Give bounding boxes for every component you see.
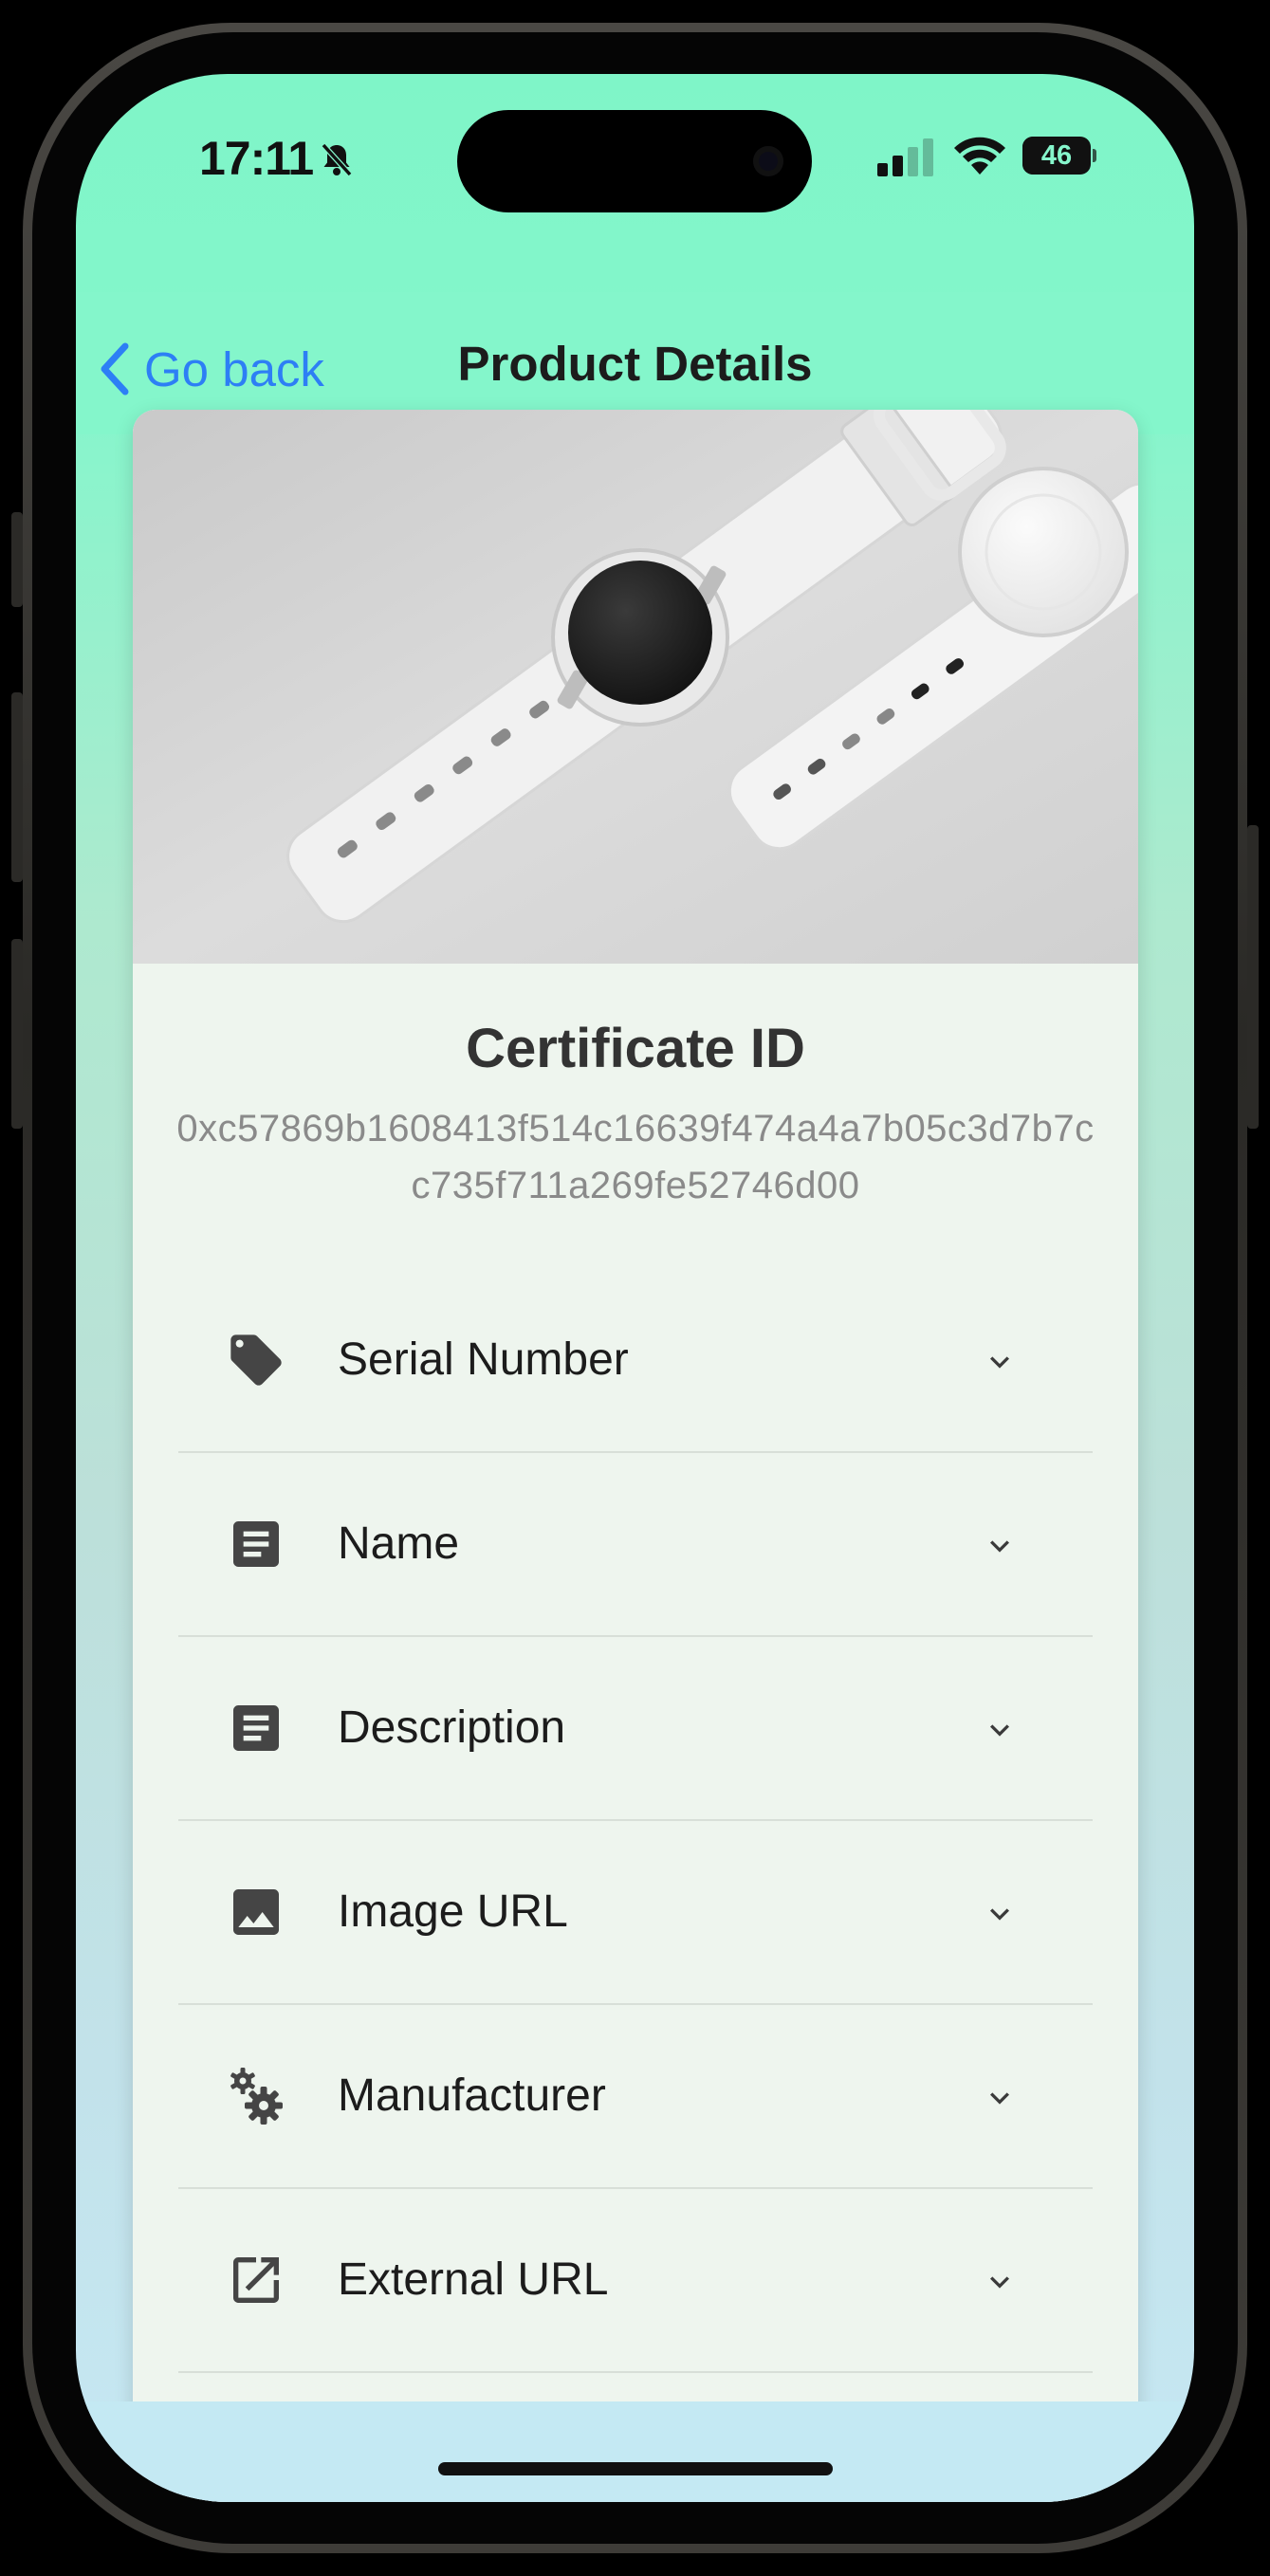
attribute-label: Description xyxy=(338,1702,566,1753)
attribute-name[interactable]: Name xyxy=(178,1453,1093,1637)
screen: 17:11 46 Go back Product Details Certifi… xyxy=(76,74,1194,2502)
attribute-label: Manufacturer xyxy=(338,2070,606,2121)
chevron-down-icon xyxy=(990,1356,1009,1369)
wifi-icon xyxy=(954,137,1005,175)
attribute-label: Name xyxy=(338,1518,460,1569)
page-title: Product Details xyxy=(457,337,813,391)
tag-icon xyxy=(230,1334,282,1386)
status-time: 17:11 xyxy=(199,132,314,185)
dynamic-island xyxy=(457,110,812,212)
image-icon xyxy=(233,1889,279,1935)
attribute-external-url[interactable]: External URL xyxy=(178,2189,1093,2373)
front-camera xyxy=(753,146,783,176)
mute-switch xyxy=(11,512,23,607)
gears-icon xyxy=(230,2068,283,2125)
certificate-title: Certificate ID xyxy=(466,1018,805,1079)
bell-slash-icon xyxy=(321,142,353,177)
attribute-manufacturer[interactable]: Manufacturer xyxy=(178,2005,1093,2189)
power-button xyxy=(1247,825,1259,1129)
chevron-down-icon xyxy=(990,1724,1009,1737)
home-indicator[interactable] xyxy=(438,2462,833,2475)
certificate-card: Certificate ID 0xc57869b1608413f514c1663… xyxy=(133,410,1138,2502)
battery-body: 46 xyxy=(1022,137,1091,175)
chevron-down-icon xyxy=(990,2092,1009,2105)
attribute-list: Serial Number Name Description Image URL… xyxy=(178,1269,1093,2373)
volume-up-button xyxy=(11,692,23,882)
attribute-label: Image URL xyxy=(338,1886,568,1937)
status-bar: 17:11 46 xyxy=(76,74,1194,245)
attribute-label: External URL xyxy=(338,2254,609,2305)
chevron-down-icon xyxy=(990,1540,1009,1553)
battery-percent: 46 xyxy=(1040,140,1073,171)
attribute-serial-number[interactable]: Serial Number xyxy=(178,1269,1093,1453)
attribute-image-url[interactable]: Image URL xyxy=(178,1821,1093,2005)
certificate-id: 0xc57869b1608413f514c16639f474a4a7b05c3d… xyxy=(176,1108,1095,1206)
bottom-safe-area xyxy=(76,2401,1194,2502)
volume-down-button xyxy=(11,939,23,1129)
attribute-label: Serial Number xyxy=(338,1334,629,1385)
cellular-signal-icon xyxy=(877,138,933,176)
article-icon xyxy=(233,1521,279,1567)
attribute-description[interactable]: Description xyxy=(178,1637,1093,1821)
open-in-new-icon xyxy=(233,2257,279,2303)
battery-indicator: 46 xyxy=(1022,137,1096,175)
battery-tip xyxy=(1093,149,1096,162)
chevron-down-icon xyxy=(990,2276,1009,2289)
chevron-down-icon xyxy=(990,1908,1009,1921)
product-image xyxy=(133,410,1138,964)
article-icon xyxy=(233,1705,279,1751)
